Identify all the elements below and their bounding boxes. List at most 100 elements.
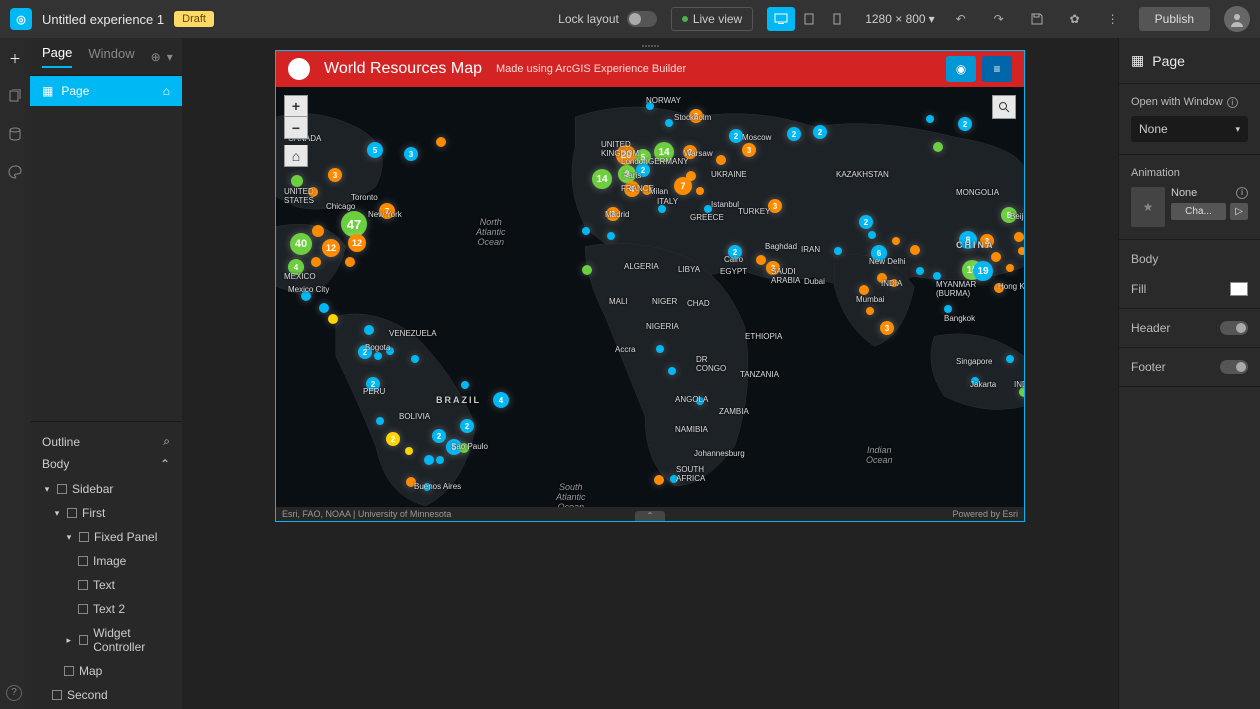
footer-toggle[interactable] [1220, 360, 1248, 374]
map-cluster[interactable]: 5 [367, 142, 383, 158]
map-cluster[interactable] [406, 477, 416, 487]
map-cluster[interactable] [311, 257, 321, 267]
change-animation-button[interactable]: Cha... [1171, 203, 1226, 220]
map-body[interactable]: 5314347740121242242225222014259234733322… [276, 87, 1024, 507]
map-cluster[interactable] [364, 325, 374, 335]
map-search-button[interactable] [992, 95, 1016, 119]
map-cluster[interactable] [668, 367, 676, 375]
map-cluster[interactable]: 12 [348, 234, 366, 252]
map-cluster[interactable]: 2 [728, 245, 742, 259]
map-cluster[interactable] [582, 265, 592, 275]
home-extent-button[interactable]: ⌂ [284, 145, 308, 167]
undo-button[interactable]: ↶ [949, 7, 973, 31]
map-cluster[interactable]: 4 [288, 259, 304, 275]
tree-item-text2[interactable]: Text 2 [30, 597, 182, 621]
map-cluster[interactable]: 8 [959, 231, 977, 249]
map-cluster[interactable] [411, 355, 419, 363]
map-cluster[interactable] [423, 483, 431, 491]
map-cluster[interactable]: 5 [1001, 207, 1017, 223]
map-cluster[interactable] [877, 273, 887, 283]
map-cluster[interactable]: 3 [768, 199, 782, 213]
header-button-1[interactable]: ◉ [946, 56, 976, 82]
page-list-item[interactable]: ▦ Page ⌂ [30, 76, 182, 106]
map-cluster[interactable]: 2 [358, 345, 372, 359]
tree-item-sidebar[interactable]: ▾Sidebar [30, 477, 182, 501]
map-cluster[interactable] [665, 119, 673, 127]
pull-up-handle[interactable]: ⌃ [635, 511, 665, 521]
map-cluster[interactable] [319, 303, 329, 313]
map-cluster[interactable] [1018, 247, 1024, 255]
map-cluster[interactable] [916, 267, 924, 275]
map-cluster[interactable] [376, 417, 384, 425]
fill-color-swatch[interactable] [1230, 282, 1248, 296]
add-page-icon[interactable]: ⊕ [151, 50, 161, 64]
help-button[interactable]: ? [6, 685, 22, 701]
tab-window[interactable]: Window [88, 46, 134, 67]
map-cluster[interactable] [1014, 232, 1024, 242]
map-cluster[interactable] [834, 247, 842, 255]
map-cluster[interactable] [933, 272, 941, 280]
tab-page[interactable]: Page [42, 45, 72, 68]
add-widget-button[interactable]: ＋ [5, 48, 25, 68]
tablet-device-button[interactable] [795, 7, 823, 31]
drag-handle-icon[interactable] [630, 45, 670, 51]
switch-icon[interactable] [627, 11, 657, 27]
live-view-button[interactable]: Live view [671, 7, 753, 31]
map-cluster[interactable]: 4 [493, 392, 509, 408]
map-cluster[interactable] [859, 285, 869, 295]
map-cluster[interactable] [866, 307, 874, 315]
map-cluster[interactable] [301, 291, 311, 301]
tree-item-map[interactable]: Map [30, 659, 182, 683]
pages-rail-button[interactable] [5, 86, 25, 106]
tree-item-fixed-panel[interactable]: ▾Fixed Panel [30, 525, 182, 549]
map-cluster[interactable]: 3 [980, 234, 994, 248]
map-cluster[interactable] [716, 155, 726, 165]
map-cluster[interactable] [890, 279, 898, 287]
mobile-device-button[interactable] [823, 7, 851, 31]
map-cluster[interactable]: 47 [341, 211, 367, 237]
map-cluster[interactable] [459, 443, 469, 453]
map-cluster[interactable] [345, 257, 355, 267]
map-cluster[interactable] [328, 314, 338, 324]
experience-title[interactable]: Untitled experience 1 [42, 12, 164, 27]
map-cluster[interactable]: 2 [859, 215, 873, 229]
map-cluster[interactable]: 14 [592, 169, 612, 189]
map-cluster[interactable] [607, 232, 615, 240]
map-cluster[interactable] [386, 347, 394, 355]
map-cluster[interactable]: 20 [616, 145, 636, 165]
user-avatar[interactable] [1224, 6, 1250, 32]
canvas[interactable]: World Resources Map Made using ArcGIS Ex… [182, 38, 1118, 709]
map-cluster[interactable] [756, 255, 766, 265]
map-cluster[interactable] [312, 225, 324, 237]
map-cluster[interactable]: 2 [636, 163, 650, 177]
map-cluster[interactable]: 3 [328, 168, 342, 182]
map-cluster[interactable]: 3 [766, 261, 780, 275]
map-cluster[interactable] [646, 102, 654, 110]
tree-item-first[interactable]: ▾First [30, 501, 182, 525]
map-cluster[interactable]: 40 [290, 233, 312, 255]
map-cluster[interactable]: 2 [958, 117, 972, 131]
map-cluster[interactable]: 2 [787, 127, 801, 141]
canvas-size-select[interactable]: 1280 × 800▾ [865, 12, 934, 26]
map-cluster[interactable]: 2 [683, 145, 697, 159]
search-icon[interactable]: ⌕ [163, 434, 170, 449]
map-cluster[interactable] [1019, 387, 1024, 397]
map-cluster[interactable] [374, 352, 382, 360]
map-cluster[interactable]: 3 [880, 321, 894, 335]
zoom-in-button[interactable]: + [284, 95, 308, 117]
map-cluster[interactable]: 2 [432, 429, 446, 443]
tree-item-second[interactable]: Second [30, 683, 182, 707]
map-cluster[interactable] [971, 377, 979, 385]
map-cluster[interactable]: 2 [366, 377, 380, 391]
map-cluster[interactable] [461, 381, 469, 389]
map-cluster[interactable]: 3 [606, 207, 620, 221]
map-cluster[interactable]: 2 [460, 419, 474, 433]
map-cluster[interactable] [424, 455, 434, 465]
tree-item-image[interactable]: Image [30, 549, 182, 573]
zoom-out-button[interactable]: − [284, 117, 308, 139]
open-with-select[interactable]: None▾ [1131, 116, 1248, 142]
tree-item-widget-controller[interactable]: ▸Widget Controller [30, 621, 182, 659]
map-cluster[interactable] [696, 187, 704, 195]
desktop-device-button[interactable] [767, 7, 795, 31]
map-cluster[interactable] [436, 137, 446, 147]
